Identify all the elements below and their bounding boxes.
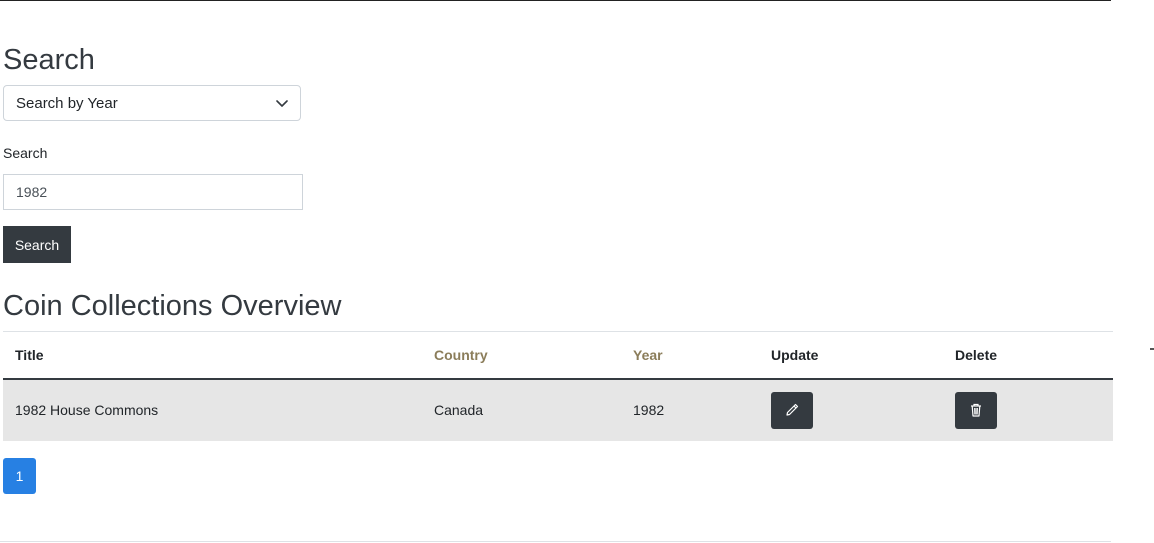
table-header-row: Title Country Year Update Delete xyxy=(3,331,1113,379)
bottom-divider xyxy=(0,541,1111,542)
table-row: 1982 House Commons Canada 1982 xyxy=(3,378,1113,441)
scroll-edge-marker xyxy=(1150,348,1154,350)
column-header-delete: Delete xyxy=(955,346,998,363)
pagination-page-1[interactable]: 1 xyxy=(3,458,36,494)
cell-title: 1982 House Commons xyxy=(15,402,159,418)
search-heading: Search xyxy=(3,44,95,76)
column-header-country[interactable]: Country xyxy=(422,332,621,379)
search-type-selected-value: Search by Year xyxy=(16,94,118,112)
search-type-select[interactable]: Search by Year xyxy=(3,85,301,121)
chevron-down-icon xyxy=(276,100,288,107)
cell-delete xyxy=(943,379,1113,441)
cell-country: Canada xyxy=(434,402,484,418)
cell-update xyxy=(759,379,943,441)
coin-collections-table: Title Country Year Update Delete 1982 Ho… xyxy=(3,331,1113,441)
column-header-year[interactable]: Year xyxy=(621,332,759,379)
cell-year: 1982 xyxy=(633,402,665,418)
overview-heading: Coin Collections Overview xyxy=(3,290,342,322)
search-input[interactable] xyxy=(3,174,303,210)
trash-icon xyxy=(971,403,981,417)
top-divider xyxy=(0,0,1111,1)
pencil-icon xyxy=(786,403,799,416)
delete-button[interactable] xyxy=(955,391,997,429)
page: Search Search by Year Search Search Coin… xyxy=(0,0,1154,543)
update-button[interactable] xyxy=(771,391,813,429)
search-button[interactable]: Search xyxy=(3,226,71,263)
column-header-update: Update xyxy=(771,346,819,363)
column-header-title: Title xyxy=(15,346,44,363)
search-field-label: Search xyxy=(3,145,48,161)
